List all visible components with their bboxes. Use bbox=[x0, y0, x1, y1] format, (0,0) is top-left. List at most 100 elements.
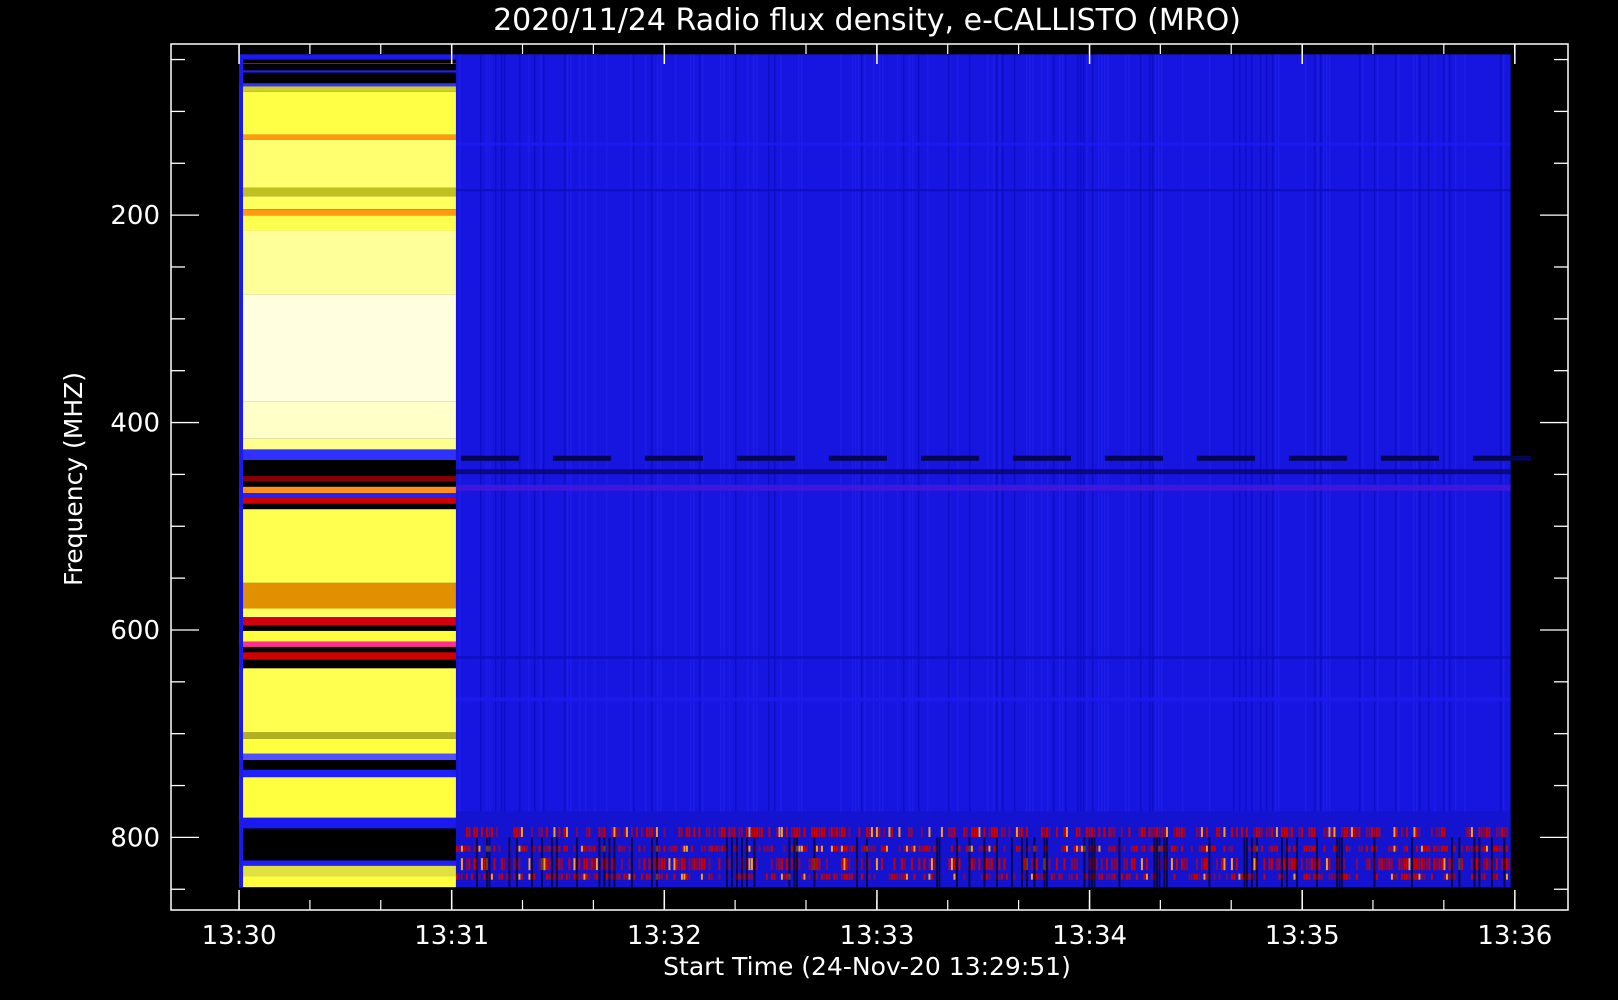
interference-pixel bbox=[928, 858, 931, 871]
interference-pixel bbox=[1395, 845, 1398, 852]
interference-pixel bbox=[950, 827, 953, 838]
interference-pixel bbox=[773, 873, 776, 880]
interference-pixel bbox=[820, 845, 823, 852]
interference-pixel bbox=[1415, 827, 1418, 838]
interference-pixel bbox=[1343, 827, 1346, 838]
interference-pixel bbox=[518, 873, 521, 880]
interference-pixel bbox=[1203, 858, 1206, 871]
interference-pixel bbox=[785, 858, 788, 871]
interference-pixel bbox=[1475, 858, 1478, 871]
interference-gap bbox=[1243, 837, 1246, 888]
calibration-band bbox=[239, 493, 456, 498]
interference-pixel bbox=[1313, 873, 1316, 880]
interference-pixel bbox=[1273, 845, 1276, 852]
interference-pixel bbox=[845, 858, 848, 871]
interference-pixel bbox=[860, 873, 863, 880]
interference-pixel bbox=[1470, 858, 1473, 871]
interference-pixel bbox=[560, 873, 563, 880]
interference-pixel bbox=[660, 873, 663, 880]
interference-pixel bbox=[1305, 873, 1308, 880]
interference-pixel bbox=[920, 845, 923, 852]
calibration-edge bbox=[239, 54, 244, 888]
interference-pixel bbox=[1438, 827, 1441, 838]
interference-pixel bbox=[455, 845, 458, 852]
calibration-band bbox=[239, 732, 456, 739]
interference-pixel bbox=[908, 827, 911, 838]
interference-pixel bbox=[1503, 827, 1506, 838]
interference-pixel bbox=[1125, 858, 1128, 871]
x-tick-label: 13:32 bbox=[627, 921, 702, 951]
interference-pixel bbox=[1443, 858, 1446, 871]
interference-gap bbox=[608, 837, 611, 888]
interference-pixel bbox=[623, 827, 626, 838]
interference-pixel bbox=[1075, 845, 1078, 852]
interference-pixel bbox=[840, 845, 843, 852]
interference-pixel bbox=[1430, 873, 1433, 880]
interference-pixel bbox=[1113, 845, 1116, 852]
calibration-band bbox=[239, 54, 456, 60]
interference-pixel bbox=[1205, 858, 1208, 871]
interference-pixel bbox=[1405, 827, 1408, 838]
interference-pixel bbox=[518, 827, 521, 838]
interference-pixel bbox=[705, 827, 708, 838]
interference-pixel bbox=[713, 827, 716, 838]
interference-pixel bbox=[668, 845, 671, 852]
interference-pixel bbox=[940, 827, 943, 838]
interference-pixel bbox=[1098, 873, 1101, 880]
interference-gap bbox=[855, 837, 858, 888]
interference-pixel bbox=[1223, 845, 1226, 852]
interference-pixel bbox=[893, 858, 896, 871]
interference-pixel bbox=[605, 873, 608, 880]
x-tick-label: 13:35 bbox=[1265, 921, 1340, 951]
interference-pixel bbox=[590, 845, 593, 852]
interference-pixel bbox=[1310, 858, 1313, 871]
interference-pixel bbox=[1393, 827, 1396, 838]
interference-pixel bbox=[990, 858, 993, 871]
calibration-band bbox=[239, 641, 456, 647]
interference-pixel bbox=[1123, 845, 1126, 852]
interference-pixel bbox=[1143, 827, 1146, 838]
interference-pixel bbox=[465, 845, 468, 852]
interference-pixel bbox=[660, 858, 663, 871]
interference-pixel bbox=[1483, 873, 1486, 880]
interference-pixel bbox=[565, 827, 568, 838]
interference-pixel bbox=[815, 845, 818, 852]
interference-pixel bbox=[1333, 873, 1336, 880]
interference-pixel bbox=[460, 873, 463, 880]
x-tick-label: 13:36 bbox=[1477, 921, 1552, 951]
interference-pixel bbox=[848, 858, 851, 871]
interference-pixel bbox=[573, 858, 576, 871]
interference-pixel bbox=[638, 845, 641, 852]
interference-pixel bbox=[1150, 845, 1153, 852]
interference-pixel bbox=[628, 858, 631, 871]
interference-pixel bbox=[1318, 873, 1321, 880]
calibration-band bbox=[239, 582, 456, 609]
interference-pixel bbox=[1493, 845, 1496, 852]
interference-pixel bbox=[1018, 827, 1021, 838]
interference-pixel bbox=[1268, 845, 1271, 852]
interference-pixel bbox=[1343, 858, 1346, 871]
calibration-band bbox=[239, 817, 456, 829]
interference-pixel bbox=[900, 873, 903, 880]
interference-pixel bbox=[1175, 858, 1178, 871]
interference-pixel bbox=[1045, 827, 1048, 838]
interference-pixel bbox=[868, 845, 871, 852]
interference-gap bbox=[955, 837, 958, 888]
interference-pixel bbox=[1113, 827, 1116, 838]
interference-pixel bbox=[990, 827, 993, 838]
interference-pixel bbox=[473, 827, 476, 838]
interference-pixel bbox=[1373, 827, 1376, 838]
interference-pixel bbox=[925, 845, 928, 852]
interference-gap bbox=[1450, 837, 1453, 888]
interference-pixel bbox=[673, 858, 676, 871]
interference-pixel bbox=[473, 858, 476, 871]
interference-gap bbox=[1093, 837, 1096, 888]
interference-pixel bbox=[640, 873, 643, 880]
interference-pixel bbox=[933, 858, 936, 871]
interference-pixel bbox=[1180, 827, 1183, 838]
interference-gap bbox=[508, 837, 511, 888]
interference-pixel bbox=[1443, 845, 1446, 852]
interference-pixel bbox=[658, 873, 661, 880]
interference-pixel bbox=[978, 827, 981, 838]
interference-pixel bbox=[1308, 858, 1311, 871]
